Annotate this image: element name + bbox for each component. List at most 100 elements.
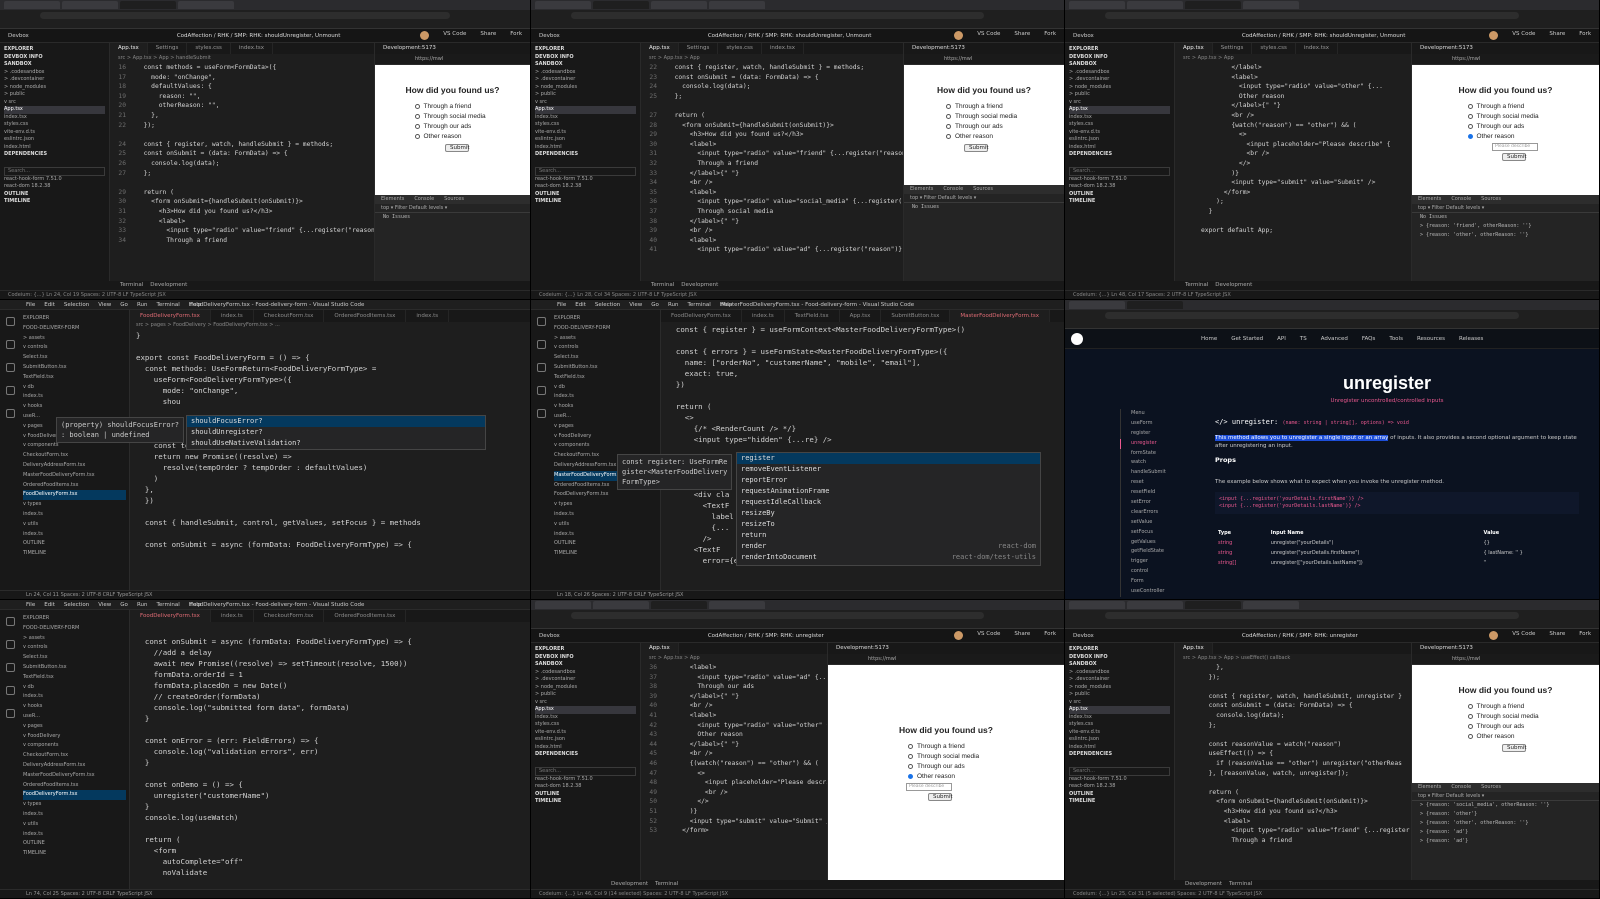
radio-option[interactable]: Through our ads: [908, 762, 984, 772]
radio-form[interactable]: Through a friend Through social media Thro…: [414, 102, 491, 142]
radio-form[interactable]: Through a friend Through social media Thro…: [908, 742, 984, 782]
terminal-bar[interactable]: Development Terminal: [531, 880, 1064, 889]
explorer-item[interactable]: index.html: [1069, 744, 1170, 752]
editor-tab[interactable]: index.tsx: [1296, 43, 1338, 54]
explorer-item[interactable]: > .devcontainer: [535, 76, 636, 84]
explorer-item[interactable]: v src: [1069, 99, 1170, 107]
outline-section[interactable]: OUTLINE: [535, 791, 636, 799]
explorer-item[interactable]: DEVBOX INFO: [1069, 54, 1170, 62]
editor-tab[interactable]: CheckoutForm.tsx: [254, 310, 325, 322]
autocomplete-list[interactable]: register removeEventListener reportError re…: [736, 452, 1041, 566]
editor-tab[interactable]: App.tsx: [1175, 43, 1213, 54]
console-filter[interactable]: top ▾ Filter Default levels ▾: [375, 204, 530, 213]
outline-section[interactable]: TIMELINE: [1069, 798, 1170, 806]
explorer-item[interactable]: index.tsx: [4, 114, 105, 122]
submit-button[interactable]: Submit: [928, 793, 953, 801]
explorer-item[interactable]: > .codesandbox: [535, 669, 636, 677]
devtools-tab[interactable]: Elements: [381, 196, 404, 202]
editor-tab[interactable]: SubmitButton.tsx: [881, 310, 951, 322]
explorer-item[interactable]: EXPLORER: [1069, 646, 1170, 654]
menu-item[interactable]: Terminal: [156, 602, 179, 608]
address-bar[interactable]: [531, 610, 1064, 620]
avatar[interactable]: [1489, 31, 1499, 40]
sidebar-item[interactable]: EXPLORER: [23, 314, 126, 324]
radio-option[interactable]: Other reason: [908, 772, 984, 782]
autocomplete-item[interactable]: return: [737, 530, 1040, 541]
code-content[interactable]: 22 const { register, watch, handleSubmit…: [641, 63, 903, 281]
sidebar-item[interactable]: v FoodDelivery: [23, 732, 126, 742]
sidebar-item[interactable]: MasterFoodDeliveryForm.tsx: [23, 471, 126, 481]
devtools-tab[interactable]: Console: [1451, 196, 1471, 202]
editor-tab[interactable]: OrderedFoodItems.tsx: [324, 610, 407, 622]
editor-tab[interactable]: styles.css: [1252, 43, 1296, 54]
radio-option[interactable]: Other reason: [1467, 732, 1544, 742]
docs-menu-item[interactable]: control: [1120, 567, 1200, 578]
activity-bar[interactable]: [0, 310, 20, 590]
share-button[interactable]: Share: [1549, 31, 1565, 40]
explorer-item[interactable]: eslintrc.json: [535, 136, 636, 144]
devtools-tabs[interactable]: Elements Console Sources: [1412, 195, 1599, 204]
radio-option[interactable]: Through social media: [414, 112, 491, 122]
editor-tabs[interactable]: App.tsx Settings styles.css index.tsx: [110, 43, 374, 54]
explorer-item[interactable]: > .devcontainer: [4, 76, 105, 84]
radio-button[interactable]: [908, 743, 913, 749]
explorer-item[interactable]: > public: [4, 91, 105, 99]
docs-nav-links[interactable]: Home Get Started API TS Advanced FAQs Tools Res…: [1201, 329, 1497, 349]
sidebar-item[interactable]: OrderedFoodItems.tsx: [23, 781, 126, 791]
console-filter[interactable]: top ▾ Filter Default levels ▾: [1412, 204, 1599, 213]
vscode-button[interactable]: VS Code: [977, 631, 1000, 640]
submit-button[interactable]: Submit: [1502, 153, 1527, 161]
sidebar-item[interactable]: v controls: [23, 343, 126, 353]
preview-url[interactable]: https://mwl: [1412, 654, 1599, 665]
avatar[interactable]: [1489, 631, 1499, 640]
terminal-tab[interactable]: Terminal: [120, 282, 143, 288]
fork-button[interactable]: Fork: [1044, 631, 1056, 640]
explorer-item[interactable]: v src: [1069, 699, 1170, 707]
development-tab[interactable]: Development: [611, 881, 648, 887]
radio-button[interactable]: [946, 103, 951, 109]
search-input[interactable]: Search...: [1069, 166, 1170, 176]
sidebar-item[interactable]: index.ts: [23, 810, 126, 820]
explorer-item[interactable]: > node_modules: [4, 84, 105, 92]
outline-section[interactable]: TIMELINE: [4, 198, 105, 206]
terminal-tab[interactable]: Terminal: [1229, 881, 1252, 887]
menu-item[interactable]: Edit: [44, 302, 55, 308]
radio-option[interactable]: Other reason: [946, 132, 1022, 142]
docs-menu-item[interactable]: register: [1120, 428, 1200, 439]
sidebar-item[interactable]: SubmitButton.tsx: [23, 363, 126, 373]
sidebar-item[interactable]: v hooks: [554, 402, 657, 412]
docs-menu-item[interactable]: clearErrors: [1120, 507, 1200, 518]
code-editor[interactable]: App.tsx Settings styles.css index.tsx src >…: [641, 43, 903, 281]
docs-menu-item[interactable]: getFieldState: [1120, 547, 1200, 558]
docs-menu-item[interactable]: resetField: [1120, 488, 1200, 499]
sidebar-item[interactable]: index.ts: [23, 530, 126, 540]
outline-section[interactable]: TIMELINE: [535, 198, 636, 206]
terminal-bar[interactable]: Development Terminal: [1065, 880, 1599, 889]
autocomplete-item[interactable]: removeEventListener: [737, 464, 1040, 475]
explorer-item[interactable]: index.tsx: [535, 714, 636, 722]
explorer-item[interactable]: index.html: [535, 144, 636, 152]
nav-link[interactable]: Releases: [1459, 336, 1483, 342]
nav-link[interactable]: Home: [1201, 336, 1217, 342]
radio-form[interactable]: Through a friend Through social media Thro…: [1467, 702, 1544, 742]
sidebar-item[interactable]: v types: [23, 500, 126, 510]
docs-menu-item[interactable]: setFocus: [1120, 527, 1200, 538]
explorer-item[interactable]: > public: [1069, 91, 1170, 99]
sidebar-item[interactable]: v utils: [23, 520, 126, 530]
sidebar-item[interactable]: index.ts: [23, 392, 126, 402]
autocomplete-item[interactable]: renderIntoDocument react-dom/test-utils: [737, 552, 1040, 563]
sidebar-item[interactable]: > assets: [23, 334, 126, 344]
autocomplete-item[interactable]: shouldFocusError?: [187, 416, 485, 427]
editor-tab[interactable]: OrderedFoodItems.tsx: [324, 310, 407, 322]
devtools-tab[interactable]: Console: [943, 186, 963, 192]
devtools-tab[interactable]: Sources: [973, 186, 993, 192]
explorer-item[interactable]: App.tsx: [535, 706, 636, 714]
development-tab[interactable]: Development: [1185, 881, 1222, 887]
address-bar[interactable]: [1065, 310, 1599, 320]
sidebar-item[interactable]: v hooks: [23, 402, 126, 412]
code-content[interactable]: }, }); const { register, watch, handleSu…: [1175, 663, 1411, 880]
editor-tabs[interactable]: FoodDeliveryForm.tsx index.ts CheckoutForm…: [130, 610, 530, 622]
sidebar-item[interactable]: index.ts: [23, 510, 126, 520]
menu-item[interactable]: File: [26, 602, 35, 608]
sidebar-item[interactable]: FOOD-DELIVERY-FORM: [554, 324, 657, 334]
